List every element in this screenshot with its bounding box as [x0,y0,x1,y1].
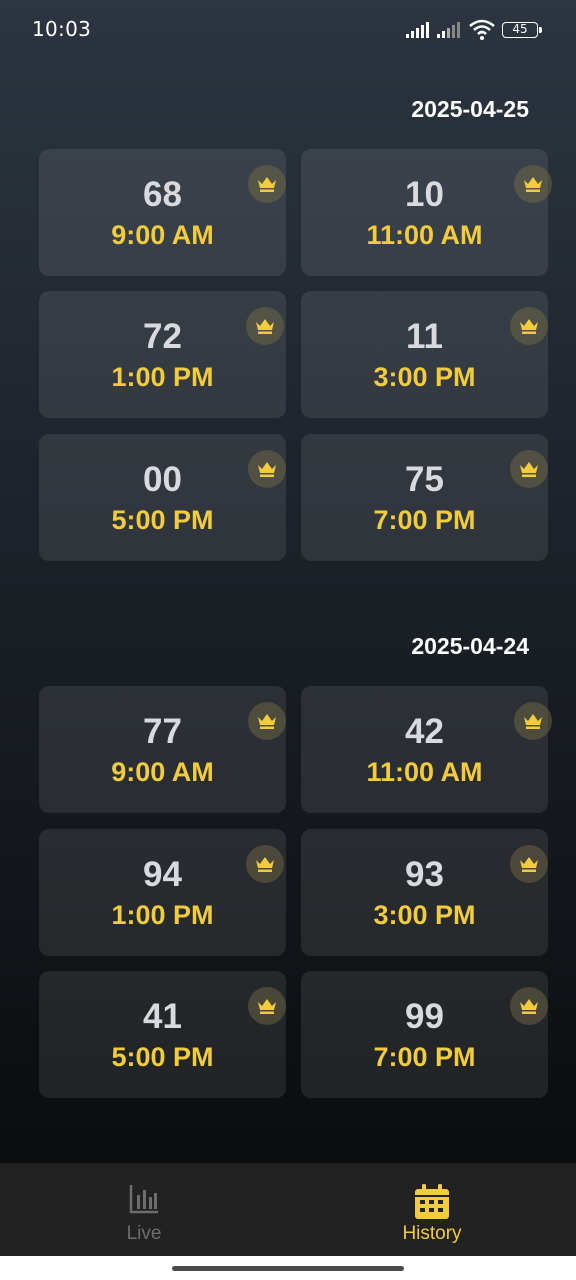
result-card[interactable]: 42 11:00 AM [301,686,552,813]
nav-label-history: History [402,1223,462,1244]
crown-icon [514,702,552,740]
result-time: 5:00 PM [111,505,214,535]
nav-tab-history[interactable]: History [288,1163,576,1256]
result-card[interactable]: 11 3:00 PM [301,291,548,418]
crown-icon [510,450,548,488]
crown-icon [246,307,284,345]
result-time: 1:00 PM [111,362,214,392]
crown-icon [248,450,286,488]
result-time: 9:00 AM [111,757,214,787]
crown-icon [246,845,284,883]
result-card[interactable]: 99 7:00 PM [301,971,548,1098]
result-card[interactable]: 75 7:00 PM [301,434,548,561]
nav-tab-live[interactable]: Live [0,1163,288,1256]
crown-icon [514,165,552,203]
section-date: 2025-04-24 [411,633,529,659]
crown-icon [510,987,548,1025]
battery-icon: 45 [502,22,542,38]
result-number: 10 [405,175,444,214]
result-time: 9:00 AM [111,220,214,250]
signal-icon [406,22,429,38]
result-card[interactable]: 00 5:00 PM [39,434,286,561]
status-time: 10:03 [32,17,92,41]
result-card[interactable]: 10 11:00 AM [301,149,552,276]
result-card[interactable]: 93 3:00 PM [301,829,548,956]
result-card[interactable]: 77 9:00 AM [39,686,286,813]
status-icons: 45 [406,18,546,42]
result-time: 7:00 PM [373,505,476,535]
result-time: 1:00 PM [111,900,214,930]
result-time: 11:00 AM [366,220,483,250]
signal-icon-secondary [437,22,460,38]
result-card[interactable]: 94 1:00 PM [39,829,286,956]
crown-icon [248,165,286,203]
battery-level: 45 [512,22,528,36]
wifi-icon [469,19,495,40]
bottom-nav: Live History [0,1163,576,1256]
status-bar: 10:03 45 [0,0,576,60]
crown-icon [510,845,548,883]
result-card[interactable]: 72 1:00 PM [39,291,286,418]
crown-icon [510,307,548,345]
result-time: 5:00 PM [111,1042,214,1072]
bar-chart-icon [129,1185,158,1214]
result-card[interactable]: 68 9:00 AM [39,149,286,276]
section-date: 2025-04-25 [411,96,529,122]
calendar-icon [415,1184,449,1219]
crown-icon [248,987,286,1025]
result-card[interactable]: 41 5:00 PM [39,971,286,1098]
result-time: 7:00 PM [373,1042,476,1072]
home-indicator[interactable] [172,1266,404,1271]
crown-icon [248,702,286,740]
result-time: 11:00 AM [366,757,483,787]
result-time: 3:00 PM [373,900,476,930]
result-time: 3:00 PM [373,362,476,392]
nav-label-live: Live [126,1223,162,1244]
result-number: 42 [405,712,444,751]
